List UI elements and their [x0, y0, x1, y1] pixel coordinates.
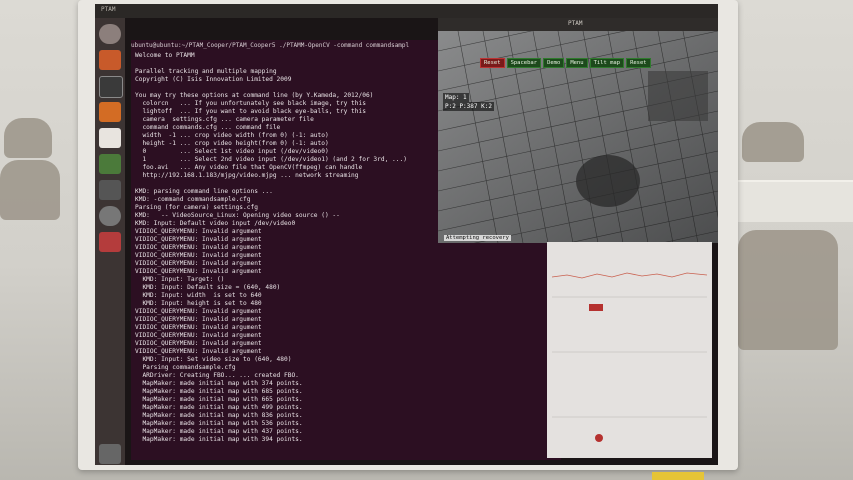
- red-marker: [589, 304, 603, 311]
- ptam-menu-item[interactable]: Reset: [480, 58, 505, 68]
- terminal-line: KMD: Input: Default size = (640, 480): [135, 284, 281, 291]
- chair-left-1: [4, 118, 52, 158]
- terminal-line: KMD: Input: width is set to 640: [135, 292, 262, 299]
- chair-right-1: [742, 122, 804, 162]
- graph-lines: [551, 272, 708, 418]
- monitor-screen: PTAM ubuntu@ubuntu:~/PTAM_Cooper/PTAM_Co…: [95, 4, 718, 465]
- terminal-line: VIDIOC_QUERYMENU: Invalid argument: [135, 340, 262, 347]
- terminal-line: MapMaker: made initial map with 836 poin…: [135, 412, 303, 419]
- dash-icon[interactable]: [99, 24, 121, 44]
- red-marker: [595, 434, 603, 442]
- terminal-line: MapMaker: made initial map with 499 poin…: [135, 404, 303, 411]
- terminal-line: KMD: Input: Target: (): [135, 276, 225, 283]
- files-icon[interactable]: [99, 50, 121, 70]
- document-icon[interactable]: [99, 128, 121, 148]
- calc-icon[interactable]: [99, 154, 121, 174]
- dark-circle-object: [576, 155, 640, 207]
- settings-icon[interactable]: [99, 206, 121, 226]
- launcher-bar: [95, 18, 125, 465]
- top-panel: PTAM: [95, 4, 718, 18]
- ptam-menu-item[interactable]: Tilt map: [589, 58, 625, 68]
- ptam-menu-item[interactable]: Reset: [626, 58, 651, 68]
- trash-icon[interactable]: [99, 444, 121, 464]
- terminal-icon[interactable]: [99, 76, 123, 98]
- terminal-line: VIDIOC_QUERYMENU: Invalid argument: [135, 324, 262, 331]
- ptam-menu-item[interactable]: Menu: [566, 58, 588, 68]
- terminal-line: KMD: Input: height is set to 480: [135, 300, 262, 307]
- ptam-titlebar[interactable]: PTAM: [438, 18, 718, 31]
- terminal-line: Parsing commandsample.cfg: [135, 364, 236, 371]
- map-stats: P:2 P:387 K:2: [443, 102, 494, 111]
- map-label: Map: 1: [443, 93, 469, 102]
- chair-left-2: [0, 160, 60, 220]
- terminal-line: VIDIOC_QUERYMENU: Invalid argument: [135, 316, 262, 323]
- tracking-status: Attempting recovery: [444, 235, 511, 241]
- yellow-sticker: [652, 472, 704, 480]
- terminal-line: VIDIOC_QUERYMENU: Invalid argument: [135, 268, 262, 275]
- ptam-menu-item[interactable]: Spacebar: [506, 58, 542, 68]
- ptam-menu-item[interactable]: Demo: [543, 58, 565, 68]
- terminal-line: VIDIOC_QUERYMENU: Invalid argument: [135, 244, 262, 251]
- ptam-title: PTAM: [568, 20, 583, 27]
- ptam-menu-bar: Reset Spacebar Demo Menu Tilt map Reset: [480, 49, 705, 68]
- terminal-line: MapMaker: made initial map with 374 poin…: [135, 380, 303, 387]
- terminal-line: VIDIOC_QUERYMENU: Invalid argument: [135, 252, 262, 259]
- terminal-line: MapMaker: made initial map with 437 poin…: [135, 428, 303, 435]
- terminal-line: MapMaker: made initial map with 685 poin…: [135, 388, 303, 395]
- app-icon-red[interactable]: [99, 232, 121, 252]
- terminal-line: VIDIOC_QUERYMENU: Invalid argument: [135, 260, 262, 267]
- terminal-line: VIDIOC_QUERYMENU: Invalid argument: [135, 348, 262, 355]
- terminal-line: ARDriver: Creating FBO... ... created FB…: [135, 372, 299, 379]
- firefox-icon[interactable]: [99, 102, 121, 122]
- graph-panel: [547, 242, 712, 458]
- top-panel-title: PTAM: [101, 6, 116, 13]
- terminal-line: VIDIOC_QUERYMENU: Invalid argument: [135, 332, 262, 339]
- terminal-line: MapMaker: made initial map with 665 poin…: [135, 396, 303, 403]
- terminal-line: MapMaker: made initial map with 536 poin…: [135, 420, 303, 427]
- terminal-line: MapMaker: made initial map with 394 poin…: [135, 436, 303, 443]
- terminal-line: VIDIOC_QUERYMENU: Invalid argument: [135, 308, 262, 315]
- chair-right-2: [738, 230, 838, 350]
- terminal-line: KMD: Input: Set video size to (640, 480): [135, 356, 292, 363]
- monitor-icon[interactable]: [99, 180, 121, 200]
- desk-right: [735, 180, 853, 222]
